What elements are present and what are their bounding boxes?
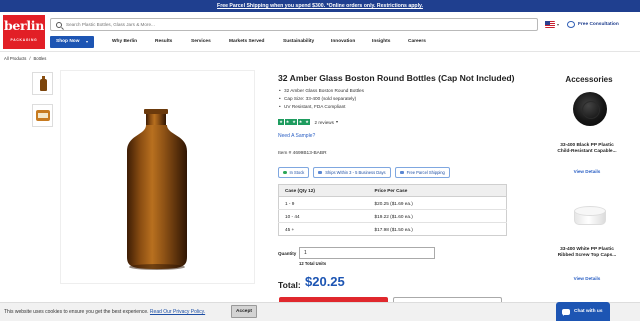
white-cap-icon[interactable]: [567, 200, 613, 238]
breadcrumb-separator: /: [29, 56, 31, 61]
black-cap-icon[interactable]: [567, 88, 613, 132]
breadcrumb-all-products[interactable]: All Products: [4, 56, 26, 61]
logo-word: berlin: [3, 18, 45, 33]
thumbnail-bottle[interactable]: [32, 72, 53, 95]
case-price: $17.98 ($1.50 ea.): [368, 222, 507, 236]
us-flag-icon[interactable]: [545, 21, 555, 28]
bullet-item: Cap Size: 33-400 (sold separately): [278, 95, 364, 103]
cookie-text: This website uses cookies to ensure you …: [4, 309, 205, 315]
star-icon: ★: [304, 119, 310, 125]
total-label: Total:: [278, 280, 301, 290]
column-header: Case (Qty 12): [278, 184, 369, 197]
box-icon: [399, 171, 404, 174]
case-range: 1 - 9: [278, 196, 369, 210]
nav-markets-served[interactable]: Markets Served: [229, 36, 264, 48]
nav-innovation[interactable]: Innovation: [331, 36, 355, 48]
logo-subtitle: PACKAGING: [10, 38, 38, 42]
nav-results[interactable]: Results: [155, 36, 172, 48]
bullet-item: 32 Amber Glass Boston Round Bottles: [278, 87, 364, 95]
nav-sustainability[interactable]: Sustainability: [283, 36, 314, 48]
privacy-policy-link[interactable]: Read Our Privacy Policy.: [150, 309, 205, 315]
chevron-down-icon[interactable]: [335, 121, 338, 123]
free-shipping-label: Free Parcel Shipping: [406, 170, 445, 175]
accept-button[interactable]: Accept: [231, 305, 257, 318]
in-stock-badge: In Stock: [278, 167, 310, 178]
chat-button[interactable]: Chat with us: [556, 302, 610, 321]
in-stock-label: In Stock: [289, 170, 305, 175]
status-dot-icon: [283, 170, 287, 175]
reviews-count[interactable]: 2 reviews: [315, 120, 334, 125]
accessories-title: Accessories: [565, 75, 613, 84]
label-thumbnail-image: [36, 110, 50, 121]
quantity-label: Quantity: [278, 251, 297, 256]
total-units: 12 Total Units: [299, 261, 327, 266]
case-range: 45 +: [278, 222, 369, 236]
star-icon: ★: [291, 119, 297, 125]
accessory-name[interactable]: 33-400 Black PP Plastic Child-Resistant …: [553, 143, 621, 155]
product-image[interactable]: [60, 70, 255, 284]
case-range: 10 - 44: [278, 209, 369, 223]
breadcrumb-bottles[interactable]: Bottles: [34, 56, 47, 61]
bottle-thumbnail-image: [40, 76, 47, 91]
nav-insights[interactable]: Insights: [372, 36, 390, 48]
shipping-time-badge: Ships Within 3 - 5 Business Days: [313, 167, 391, 178]
site-header: berlin PACKAGING Free Consultation Shop …: [0, 12, 640, 52]
nav-careers[interactable]: Careers: [408, 36, 426, 48]
total-price: $20.25: [305, 274, 345, 289]
item-number: Item # 4699B13-BABR: [278, 151, 327, 156]
shop-now-label: Shop Now: [56, 39, 80, 44]
availability-badges: In Stock Ships Within 3 - 5 Business Day…: [278, 167, 454, 178]
bullet-item: UV Resistant, FDA Compliant: [278, 103, 364, 111]
product-bullets: 32 Amber Glass Boston Round Bottles Cap …: [278, 87, 364, 111]
rating[interactable]: ★ ★ ★ ★ ★ 2 reviews: [278, 119, 338, 125]
promo-text[interactable]: Free Parcel Shipping when you spend $300…: [217, 3, 423, 9]
free-consultation-label: Free Consultation: [578, 22, 619, 27]
accessory-name[interactable]: 33-400 White PP Plastic Ribbed Screw Top…: [553, 247, 621, 259]
thumbnail-label[interactable]: [32, 104, 53, 127]
promo-banner[interactable]: Free Parcel Shipping when you spend $300…: [0, 0, 640, 12]
cookie-message: This website uses cookies to ensure you …: [4, 309, 149, 315]
chat-icon: [567, 21, 575, 28]
case-price: $19.22 ($1.60 ea.): [368, 209, 507, 223]
search-bar[interactable]: [50, 18, 538, 31]
star-icon: ★: [278, 119, 284, 125]
free-consultation-link[interactable]: Free Consultation: [567, 20, 619, 29]
table-row: 45 + $17.98 ($1.50 ea.): [278, 222, 507, 236]
case-price: $20.25 ($1.69 ea.): [368, 196, 507, 210]
column-header: Price Per Case: [368, 184, 507, 197]
amber-bottle-image: [127, 109, 187, 270]
search-icon[interactable]: [56, 22, 62, 28]
star-icon: ★: [284, 119, 291, 125]
chevron-down-icon[interactable]: [557, 24, 559, 26]
breadcrumb: All Products / Bottles: [4, 56, 49, 61]
view-details-link[interactable]: View Details: [553, 276, 621, 281]
view-details-link[interactable]: View Details: [553, 169, 621, 174]
star-icon: ★: [297, 119, 304, 125]
pricing-header-row: Case (Qty 12) Price Per Case: [278, 184, 507, 197]
shop-now-button[interactable]: Shop Now: [50, 36, 94, 48]
chat-label: Chat with us: [574, 309, 603, 314]
quantity-input[interactable]: 1: [299, 247, 435, 259]
chevron-down-icon: [86, 41, 88, 43]
cookie-banner: This website uses cookies to ensure you …: [0, 302, 640, 321]
search-input[interactable]: [66, 20, 526, 29]
berlin-logo[interactable]: berlin PACKAGING: [3, 15, 45, 49]
product-title: 32 Amber Glass Boston Round Bottles (Cap…: [278, 73, 515, 83]
pricing-table: Case (Qty 12) Price Per Case 1 - 9 $20.2…: [278, 184, 507, 236]
chat-bubble-icon: [562, 308, 570, 316]
table-row: 1 - 9 $20.25 ($1.69 ea.): [278, 196, 507, 210]
table-row: 10 - 44 $19.22 ($1.60 ea.): [278, 209, 507, 223]
nav-services[interactable]: Services: [191, 36, 211, 48]
need-sample-link[interactable]: Need A Sample?: [278, 133, 315, 139]
free-shipping-badge[interactable]: Free Parcel Shipping: [394, 167, 450, 178]
nav-why-berlin[interactable]: Why Berlin: [112, 36, 137, 48]
shipping-time-label: Ships Within 3 - 5 Business Days: [325, 170, 386, 175]
truck-icon: [318, 171, 323, 174]
